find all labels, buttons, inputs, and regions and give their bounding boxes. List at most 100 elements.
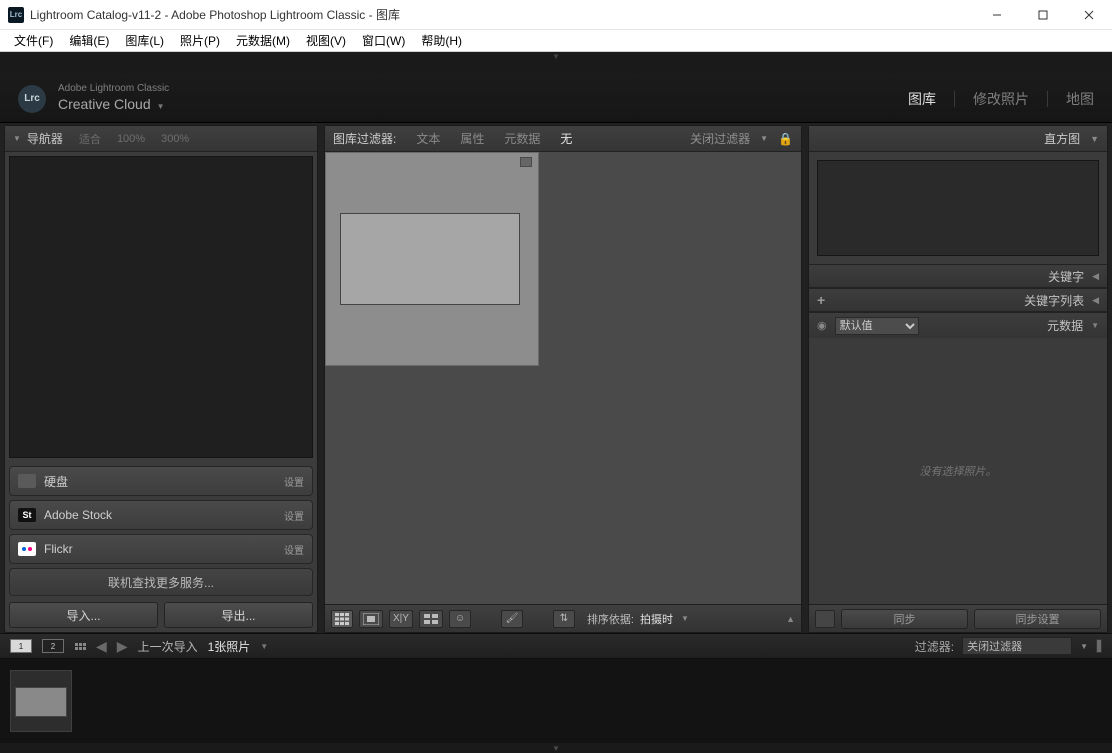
module-library[interactable]: 图库: [908, 85, 936, 113]
app-icon: Lrc: [8, 7, 24, 23]
menu-metadata[interactable]: 元数据(M): [228, 30, 298, 51]
window-titlebar: Lrc Lightroom Catalog-v11-2 - Adobe Phot…: [0, 0, 1112, 30]
chevron-up-icon[interactable]: ▲: [786, 614, 795, 624]
navigator-preview[interactable]: [9, 156, 313, 458]
screen-2-button[interactable]: 2: [42, 639, 64, 653]
module-separator: [1047, 91, 1048, 107]
sync-switch[interactable]: [815, 610, 835, 628]
window-close-button[interactable]: [1066, 0, 1112, 29]
lrc-logo-icon: Lrc: [18, 85, 46, 113]
module-separator: [954, 91, 955, 107]
publish-harddisk-row[interactable]: 硬盘 设置: [9, 466, 313, 496]
metadata-header[interactable]: ◉ 默认值 元数据 ▼: [809, 312, 1107, 338]
brand-block[interactable]: Adobe Lightroom Classic Creative Cloud▼: [58, 83, 169, 114]
chevron-down-icon: ▼: [1091, 321, 1099, 330]
menu-window[interactable]: 窗口(W): [354, 30, 413, 51]
grid-cell[interactable]: [325, 152, 539, 366]
nav-forward-button[interactable]: ▶: [117, 638, 128, 655]
publish-harddisk-label: 硬盘: [44, 473, 68, 490]
module-develop[interactable]: 修改照片: [973, 85, 1029, 113]
navigator-100[interactable]: 100%: [117, 133, 145, 145]
grid-view[interactable]: [325, 152, 801, 604]
filter-none[interactable]: 无: [560, 130, 572, 147]
navigator-300[interactable]: 300%: [161, 133, 189, 145]
filmstrip-thumbnail[interactable]: [15, 687, 67, 717]
publish-flickr-row[interactable]: Flickr 设置: [9, 534, 313, 564]
top-collapse-handle[interactable]: ▼: [0, 52, 1112, 61]
thumbnail[interactable]: [340, 213, 520, 305]
keyword-list-header[interactable]: + 关键字列表 ◀: [809, 288, 1107, 312]
chevron-down-icon[interactable]: ▼: [760, 134, 768, 143]
sync-button[interactable]: 同步: [841, 609, 968, 629]
window-title: Lightroom Catalog-v11-2 - Adobe Photosho…: [30, 6, 974, 23]
sync-settings-button[interactable]: 同步设置: [974, 609, 1101, 629]
window-maximize-button[interactable]: [1020, 0, 1066, 29]
filter-close[interactable]: 关闭过滤器: [690, 130, 750, 147]
menu-photo[interactable]: 照片(P): [172, 30, 228, 51]
grid-view-button[interactable]: [331, 610, 353, 628]
survey-view-button[interactable]: [419, 610, 443, 628]
thumbnail-size-slider[interactable]: [1096, 639, 1102, 653]
publish-adobestock-label: Adobe Stock: [44, 508, 112, 522]
eye-icon[interactable]: ◉: [817, 319, 827, 332]
publish-adobestock-settings[interactable]: 设置: [284, 508, 304, 523]
brand-line2: Creative Cloud: [58, 96, 151, 112]
library-filter-bar: 图库过滤器: 文本 属性 元数据 无 关闭过滤器 ▼ 🔒: [325, 126, 801, 152]
menu-edit[interactable]: 编辑(E): [61, 30, 117, 51]
filmstrip-count: 1张照片: [208, 638, 251, 655]
chevron-down-icon[interactable]: ▼: [260, 642, 268, 651]
grid-icon[interactable]: [74, 642, 86, 650]
filter-attribute[interactable]: 属性: [460, 130, 484, 147]
filter-metadata[interactable]: 元数据: [504, 130, 540, 147]
loupe-view-button[interactable]: [359, 610, 383, 628]
chevron-down-icon[interactable]: ▼: [1080, 642, 1088, 651]
lock-icon[interactable]: 🔒: [778, 132, 793, 146]
filmstrip-header: 1 2 ◀ ▶ 上一次导入 1张照片 ▼ 过滤器: 关闭过滤器 ▼: [0, 633, 1112, 659]
export-button[interactable]: 导出...: [164, 602, 313, 628]
flag-icon[interactable]: [520, 157, 532, 167]
navigator-title: 导航器: [27, 130, 63, 147]
sort-value[interactable]: 拍摄时: [640, 611, 673, 627]
import-button[interactable]: 导入...: [9, 602, 158, 628]
filmstrip-cell[interactable]: [10, 670, 72, 732]
bottom-collapse-handle[interactable]: ▼: [0, 743, 1112, 753]
adobestock-icon: St: [18, 508, 36, 522]
publish-harddisk-settings[interactable]: 设置: [284, 474, 304, 489]
painter-tool-button[interactable]: 🖌: [501, 610, 523, 628]
filter-text[interactable]: 文本: [416, 130, 440, 147]
chevron-down-icon: ▼: [1090, 134, 1099, 144]
menu-library[interactable]: 图库(L): [117, 30, 172, 51]
menu-help[interactable]: 帮助(H): [413, 30, 470, 51]
left-panel: ▼ 导航器 适合 100% 300% 硬盘 设置 St Adobe Stock …: [4, 125, 318, 633]
keywords-title: 关键字: [1048, 268, 1084, 285]
people-view-button[interactable]: ☺: [449, 610, 471, 628]
metadata-body: 没有选择照片。: [809, 338, 1107, 604]
screen-1-button[interactable]: 1: [10, 639, 32, 653]
module-map[interactable]: 地图: [1066, 85, 1094, 113]
menu-view[interactable]: 视图(V): [298, 30, 354, 51]
histogram-display: [817, 160, 1099, 256]
find-more-services-button[interactable]: 联机查找更多服务...: [9, 568, 313, 596]
brand-dropdown-icon: ▼: [157, 102, 165, 111]
chevron-down-icon[interactable]: ▼: [681, 614, 689, 623]
window-minimize-button[interactable]: [974, 0, 1020, 29]
publish-flickr-settings[interactable]: 设置: [284, 542, 304, 557]
metadata-title: 元数据: [1047, 317, 1083, 334]
navigator-header[interactable]: ▼ 导航器 适合 100% 300%: [5, 126, 317, 152]
sort-direction-button[interactable]: ⇅: [553, 610, 575, 628]
metadata-preset-select[interactable]: 默认值: [835, 317, 919, 335]
filmstrip-filter-select[interactable]: 关闭过滤器: [962, 637, 1072, 655]
filmstrip-filter-label: 过滤器:: [915, 638, 954, 655]
keywords-header[interactable]: 关键字 ◀: [809, 264, 1107, 288]
keyword-list-title: 关键字列表: [1024, 292, 1084, 309]
right-panel: 直方图 ▼ 关键字 ◀ + 关键字列表 ◀ ◉ 默认值 元数据 ▼ 没有选择照片…: [808, 125, 1108, 633]
navigator-fit[interactable]: 适合: [79, 131, 101, 147]
filmstrip[interactable]: [0, 659, 1112, 743]
histogram-header[interactable]: 直方图 ▼: [809, 126, 1107, 152]
menu-file[interactable]: 文件(F): [6, 30, 61, 51]
filmstrip-source[interactable]: 上一次导入: [138, 638, 198, 655]
nav-back-button[interactable]: ◀: [96, 638, 107, 655]
compare-view-button[interactable]: X|Y: [389, 610, 413, 628]
publish-adobestock-row[interactable]: St Adobe Stock 设置: [9, 500, 313, 530]
plus-icon[interactable]: +: [817, 292, 825, 308]
